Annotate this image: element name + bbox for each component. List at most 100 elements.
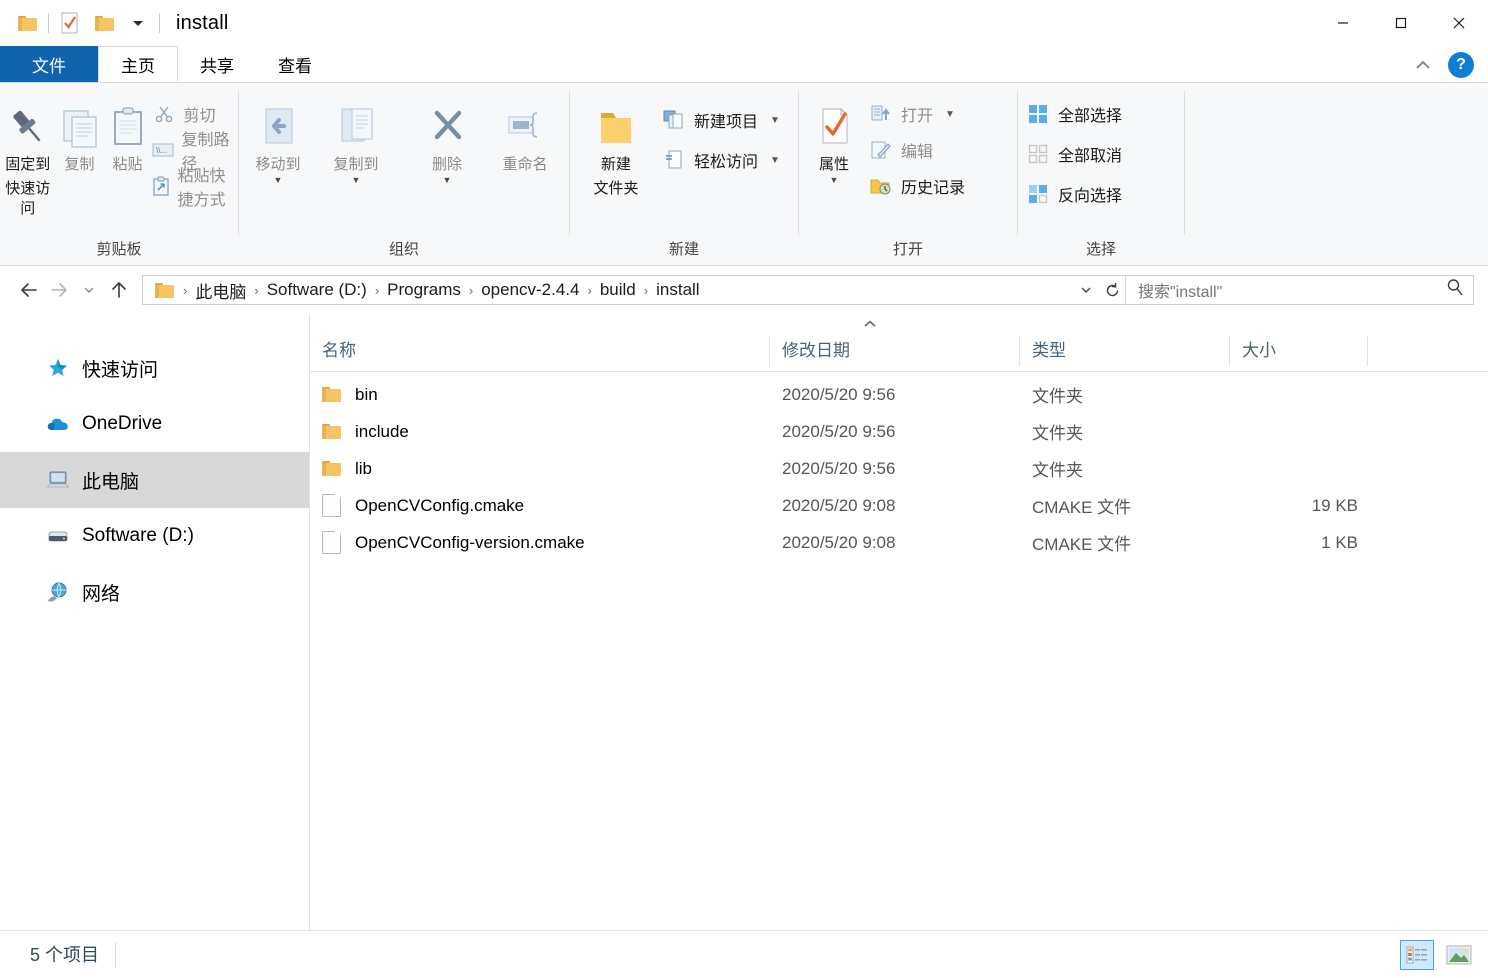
history-button[interactable]: 历史记录 xyxy=(869,171,971,201)
copy-label: 复制 xyxy=(64,156,95,173)
refresh-icon[interactable] xyxy=(1099,276,1125,304)
copy-to-button[interactable]: 复制到 ▼ xyxy=(317,91,395,185)
table-row[interactable]: lib 2020/5/20 9:56 文件夹 xyxy=(310,450,1488,487)
invert-selection-button[interactable]: 反向选择 xyxy=(1026,179,1128,209)
search-input[interactable]: 搜索"install" xyxy=(1138,278,1446,302)
file-name-cell[interactable]: include xyxy=(310,422,770,442)
back-button[interactable] xyxy=(14,275,44,305)
open-caret-icon[interactable]: ▼ xyxy=(945,109,955,120)
table-row[interactable]: OpenCVConfig-version.cmake 2020/5/20 9:0… xyxy=(310,524,1488,561)
rename-button[interactable]: 重命名 xyxy=(486,91,564,175)
breadcrumb-item-opencv[interactable]: opencv-2.4.4 xyxy=(478,280,582,300)
table-row[interactable]: bin 2020/5/20 9:56 文件夹 xyxy=(310,376,1488,413)
breadcrumb-separator: › xyxy=(587,282,592,298)
column-header-date[interactable]: 修改日期 xyxy=(770,335,1020,366)
rename-icon xyxy=(499,97,551,151)
sidebar-item-this-pc[interactable]: 此电脑 xyxy=(0,452,309,508)
group-divider xyxy=(1184,91,1185,235)
open-button[interactable]: 打开 ▼ xyxy=(869,99,971,129)
large-icons-view-button[interactable] xyxy=(1442,940,1476,970)
tab-home[interactable]: 主页 xyxy=(98,46,178,82)
chevron-down-icon[interactable] xyxy=(1073,276,1099,304)
column-header-name[interactable]: 名称 xyxy=(310,335,770,366)
new-item-caret-icon[interactable]: ▼ xyxy=(770,115,780,126)
network-icon xyxy=(46,580,70,604)
file-name-cell[interactable]: OpenCVConfig-version.cmake xyxy=(310,531,770,554)
move-to-caret-icon[interactable]: ▼ xyxy=(274,176,283,185)
sidebar-item-quick-access[interactable]: 快速访问 xyxy=(0,340,309,396)
explorer-body: 快速访问 OneDrive 此电脑 Software (D:) 网络 名称 修改… xyxy=(0,314,1488,930)
copy-to-caret-icon[interactable]: ▼ xyxy=(352,176,361,185)
properties-caret-icon[interactable]: ▼ xyxy=(830,176,839,185)
select-none-button[interactable]: 全部取消 xyxy=(1026,139,1128,169)
invert-selection-icon xyxy=(1026,182,1050,206)
cut-button[interactable]: 剪切 xyxy=(152,99,239,129)
tab-share[interactable]: 共享 xyxy=(178,46,256,82)
copy-button[interactable]: 复制 xyxy=(56,91,104,175)
move-to-icon xyxy=(252,97,304,151)
table-row[interactable]: OpenCVConfig.cmake 2020/5/20 9:08 CMAKE … xyxy=(310,487,1488,524)
delete-button[interactable]: 删除 ▼ xyxy=(408,91,486,185)
breadcrumb-item-software-d[interactable]: Software (D:) xyxy=(264,280,370,300)
breadcrumb-item-programs[interactable]: Programs xyxy=(384,280,464,300)
file-name-cell[interactable]: bin xyxy=(310,385,770,405)
file-type-cell: CMAKE 文件 xyxy=(1032,498,1132,517)
breadcrumb-item-this-pc[interactable]: 此电脑 xyxy=(192,278,249,303)
delete-icon xyxy=(421,97,473,151)
table-row[interactable]: include 2020/5/20 9:56 文件夹 xyxy=(310,413,1488,450)
copy-path-button[interactable]: \\... 复制路径 xyxy=(152,132,239,173)
pin-label-1: 固定到 xyxy=(5,156,51,173)
history-icon xyxy=(869,174,893,198)
edit-button[interactable]: 编辑 xyxy=(869,135,971,165)
copy-icon xyxy=(56,97,104,151)
breadcrumb-item-install[interactable]: install xyxy=(653,280,702,300)
new-item-icon xyxy=(662,108,686,132)
help-button[interactable]: ? xyxy=(1448,52,1474,78)
column-header-size[interactable]: 大小 xyxy=(1230,335,1368,366)
file-name: OpenCVConfig-version.cmake xyxy=(355,532,585,552)
delete-caret-icon[interactable]: ▼ xyxy=(443,176,452,185)
file-date-cell: 2020/5/20 9:56 xyxy=(782,458,896,478)
file-type-cell: 文件夹 xyxy=(1032,387,1083,406)
sidebar-item-software-d[interactable]: Software (D:) xyxy=(0,508,309,564)
maximize-button[interactable] xyxy=(1372,0,1430,46)
file-name-cell[interactable]: lib xyxy=(310,459,770,479)
properties-button[interactable]: 属性 ▼ xyxy=(799,91,869,185)
select-all-button[interactable]: 全部选择 xyxy=(1026,99,1128,129)
divider xyxy=(159,13,160,33)
breadcrumb-bar[interactable]: › 此电脑 › Software (D:) › Programs › openc… xyxy=(142,275,1126,305)
file-date-cell: 2020/5/20 9:56 xyxy=(782,421,896,441)
properties-check-icon[interactable] xyxy=(53,6,87,40)
group-label-organize: 组织 xyxy=(388,241,419,258)
breadcrumb-item-build[interactable]: build xyxy=(597,280,639,300)
sidebar-item-network[interactable]: 网络 xyxy=(0,564,309,620)
close-button[interactable] xyxy=(1430,0,1488,46)
column-header-type[interactable]: 类型 xyxy=(1020,335,1230,366)
file-icon xyxy=(322,494,341,517)
move-to-button[interactable]: 移动到 ▼ xyxy=(239,91,317,185)
customize-dropdown-icon[interactable] xyxy=(121,6,155,40)
new-item-button[interactable]: 新建项目 ▼ xyxy=(662,105,786,135)
new-folder-icon[interactable] xyxy=(87,6,121,40)
easy-access-caret-icon[interactable]: ▼ xyxy=(770,155,780,166)
tab-file[interactable]: 文件 xyxy=(0,46,98,82)
search-icon[interactable] xyxy=(1446,278,1465,302)
sidebar-item-onedrive[interactable]: OneDrive xyxy=(0,396,309,452)
easy-access-button[interactable]: 轻松访问 ▼ xyxy=(662,145,786,175)
tab-view[interactable]: 查看 xyxy=(256,46,334,82)
up-button[interactable] xyxy=(104,275,134,305)
search-box[interactable]: 搜索"install" xyxy=(1126,275,1474,305)
collapse-ribbon-icon[interactable] xyxy=(1412,54,1434,76)
paste-shortcut-button[interactable]: 粘贴快捷方式 xyxy=(152,168,239,209)
paste-icon xyxy=(104,97,152,151)
paste-button[interactable]: 粘贴 xyxy=(104,91,152,175)
new-folder-button[interactable]: 新建 文件夹 xyxy=(570,91,662,199)
folder-icon[interactable] xyxy=(10,6,44,40)
recent-locations-button[interactable] xyxy=(74,275,104,305)
file-explorer-window: install 文件 主页 共享 查看 ? 固定到 快速访问 复制 粘贴 剪切 … xyxy=(0,0,1488,978)
breadcrumb-folder-icon[interactable] xyxy=(151,282,178,298)
pin-to-quick-access-button[interactable]: 固定到 快速访问 xyxy=(0,91,56,219)
file-name-cell[interactable]: OpenCVConfig.cmake xyxy=(310,494,770,517)
minimize-button[interactable] xyxy=(1314,0,1372,46)
details-view-button[interactable] xyxy=(1400,939,1434,970)
